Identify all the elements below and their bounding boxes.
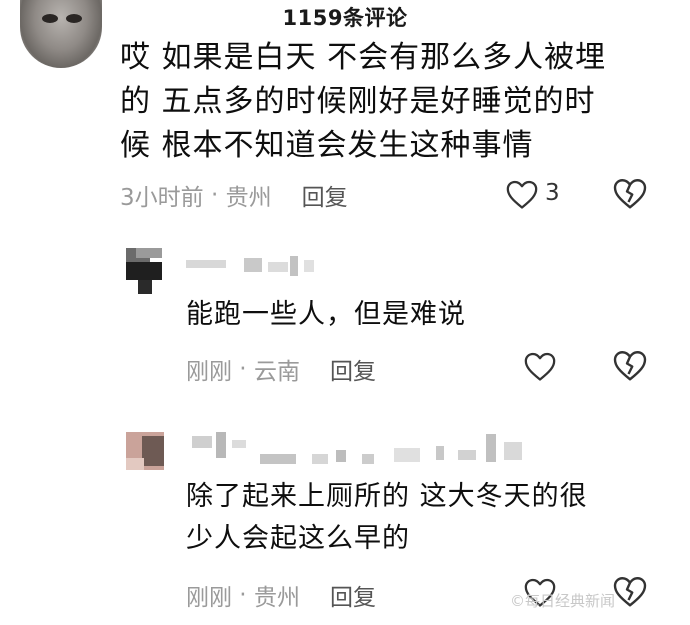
comments-count-title: 1159条评论: [282, 6, 408, 30]
like-count: 3: [545, 180, 560, 206]
comment-location: 贵州: [225, 185, 272, 211]
reply-line: 少人会起这么早的: [186, 523, 410, 554]
meta-separator: ·: [203, 182, 226, 208]
dislike-broken-heart-icon[interactable]: [612, 176, 648, 210]
reply-line: 能跑一些人，但是难说: [186, 299, 466, 330]
avatar[interactable]: [20, 0, 102, 68]
reply-location: 贵州: [253, 585, 300, 611]
reply-time: 刚刚: [186, 359, 232, 385]
watermark: ©每日经典新闻: [510, 592, 616, 610]
reply-avatar[interactable]: [126, 432, 164, 470]
reply-avatar[interactable]: [126, 248, 162, 294]
meta-separator: ·: [232, 582, 254, 608]
like-heart-icon[interactable]: [505, 178, 539, 210]
comment-time: 3小时前: [120, 185, 204, 211]
comment-line: 候 根本不知道会发生这种事情: [120, 128, 534, 163]
reply-button[interactable]: 回复: [330, 352, 376, 386]
comment-text: 哎 如果是白天 不会有那么多人被埋 的 五点多的时候刚好是好睡觉的时 候 根本不…: [120, 36, 660, 168]
meta-separator: ·: [232, 356, 254, 382]
reply-line: 除了起来上厕所的 这大冬天的很: [186, 481, 588, 512]
dislike-broken-heart-icon[interactable]: [612, 348, 648, 382]
dislike-broken-heart-icon[interactable]: [612, 574, 648, 608]
comment-meta: 3小时前 · 贵州 回复: [120, 178, 348, 212]
reply-text: 除了起来上厕所的 这大冬天的很 少人会起这么早的: [186, 476, 588, 560]
like-heart-icon[interactable]: [523, 350, 557, 382]
username-blurred[interactable]: [186, 256, 316, 278]
reply-meta: 刚刚 · 贵州 回复: [186, 578, 376, 612]
reply-location: 云南: [253, 359, 300, 385]
comment-line: 哎 如果是白天 不会有那么多人被埋: [120, 40, 607, 75]
reply-button[interactable]: 回复: [330, 578, 376, 612]
reply-text: 能跑一些人，但是难说: [186, 294, 466, 336]
username-blurred[interactable]: [186, 430, 536, 470]
comment-line: 的 五点多的时候刚好是好睡觉的时: [120, 84, 596, 119]
reply-time: 刚刚: [186, 585, 232, 611]
reply-button[interactable]: 回复: [302, 178, 348, 212]
reply-meta: 刚刚 · 云南 回复: [186, 352, 376, 386]
